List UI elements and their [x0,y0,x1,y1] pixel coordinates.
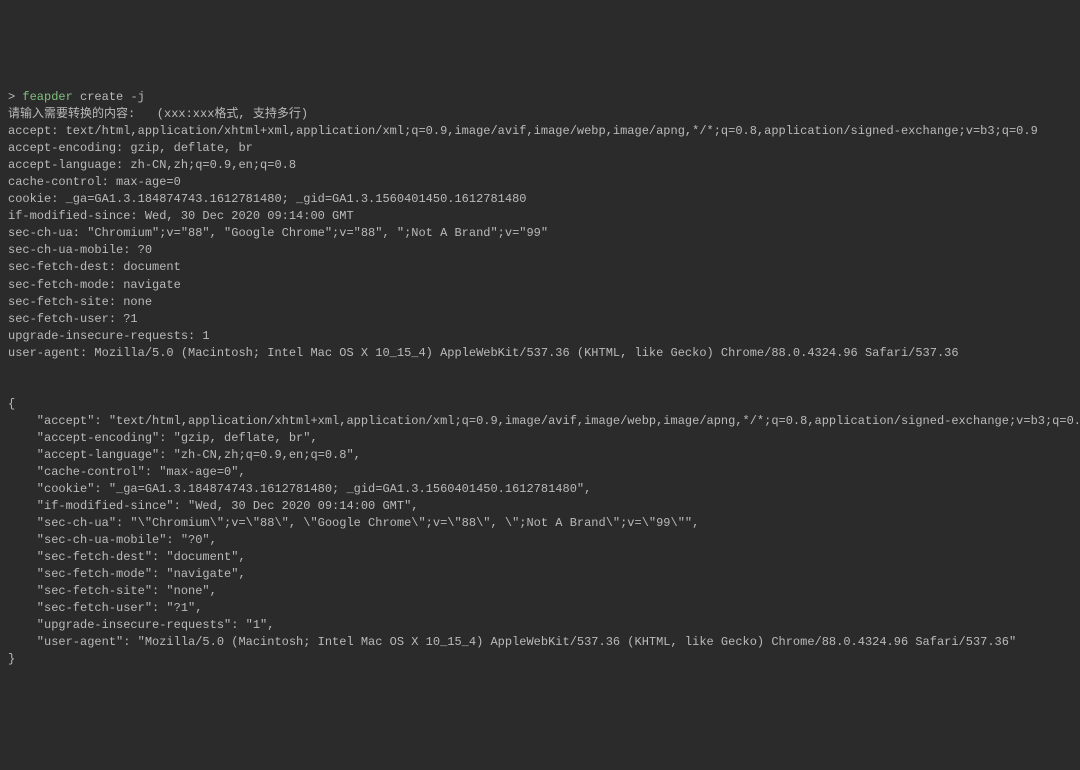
terminal-output: > feapder create -j 请输入需要转换的内容: (xxx:xxx… [8,72,1072,685]
input-hint: 请输入需要转换的内容: (xxx:xxx格式, 支持多行) [8,107,308,121]
raw-headers-block: accept: text/html,application/xhtml+xml,… [8,123,1072,361]
command-name: feapder [22,90,72,104]
prompt-arrow: > [8,90,22,104]
command-args: create -j [73,90,145,104]
prompt-line: > feapder create -j [8,90,145,104]
json-output-block: { "accept": "text/html,application/xhtml… [8,379,1072,669]
